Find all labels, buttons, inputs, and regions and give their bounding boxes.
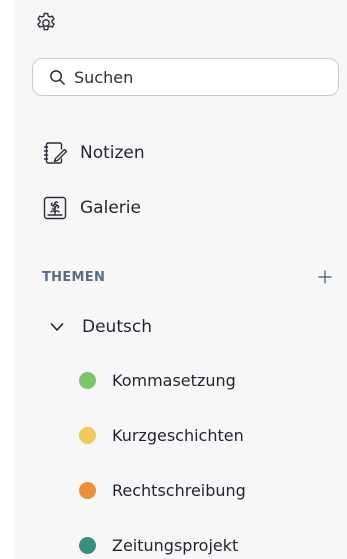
chevron-down-icon[interactable] [48, 318, 66, 336]
topic-item-rechtschreibung[interactable]: Rechtschreibung [79, 476, 246, 504]
search-icon [48, 68, 66, 86]
topic-color-dot [79, 481, 96, 499]
topic-item-kurzgeschichten[interactable]: Kurzgeschichten [79, 421, 244, 449]
sidebar-item-galerie[interactable]: Galerie [42, 193, 141, 223]
topic-color-dot [79, 536, 96, 554]
topic-group-deutsch[interactable]: Deutsch [48, 314, 152, 340]
topic-label: Rechtschreibung [112, 480, 246, 500]
topic-color-dot [79, 426, 96, 444]
topic-label: Zeitungsprojekt [112, 535, 239, 555]
plus-icon [318, 270, 332, 284]
search-field[interactable] [32, 58, 339, 96]
sidebar-item-notizen[interactable]: Notizen [42, 138, 145, 168]
group-label: Deutsch [82, 317, 152, 337]
topic-item-kommasetzung[interactable]: Kommasetzung [79, 366, 236, 394]
sidebar-item-label: Notizen [80, 143, 145, 163]
topic-label: Kurzgeschichten [112, 425, 244, 445]
topic-item-zeitungsprojekt[interactable]: Zeitungsprojekt [79, 531, 238, 559]
gear-icon[interactable] [33, 10, 59, 36]
topic-color-dot [79, 371, 96, 389]
add-topic-button[interactable] [314, 266, 336, 288]
section-title-themen: THEMEN [42, 270, 106, 285]
notebook-pencil-icon [42, 140, 68, 166]
search-input[interactable] [74, 67, 294, 87]
sidebar-item-label: Galerie [80, 198, 141, 218]
gallery-flower-icon [42, 195, 68, 221]
topic-label: Kommasetzung [112, 370, 236, 390]
